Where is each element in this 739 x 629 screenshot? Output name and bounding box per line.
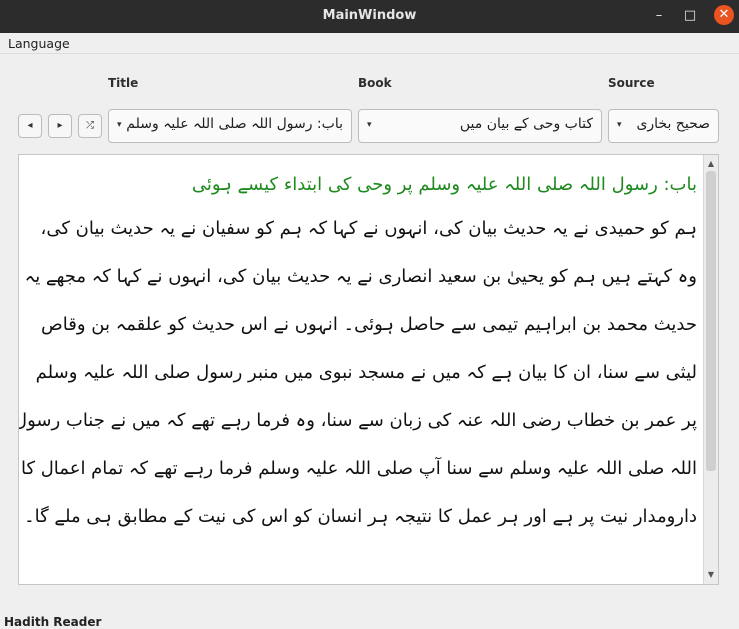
hadith-line: لیثی سے سنا، ان کا بیان ہے کہ میں نے مسج… bbox=[35, 362, 697, 383]
scrollbar-thumb[interactable] bbox=[706, 171, 716, 471]
hadith-line: حدیث محمد بن ابراہیم تیمی سے حاصل ہوئی۔ … bbox=[41, 314, 697, 335]
hadith-text: باب: رسول اللہ صلی اللہ علیہ وسلم پر وحی… bbox=[18, 165, 697, 541]
shuffle-icon: ⤮ bbox=[86, 120, 94, 131]
chevron-left-icon: ◂ bbox=[27, 120, 33, 131]
book-combo-value: کتاب وحی کے بیان میں bbox=[459, 116, 593, 132]
title-combo[interactable]: ▾ باب: رسول اللہ صلی اللہ علیہ وسلم پرو bbox=[108, 109, 352, 143]
hadith-line: اللہ صلی اللہ علیہ وسلم سے سنا آپ صلی ال… bbox=[20, 458, 697, 479]
hadith-heading: باب: رسول اللہ صلی اللہ علیہ وسلم پر وحی… bbox=[191, 174, 697, 195]
close-icon[interactable]: ✕ bbox=[714, 5, 734, 25]
minimize-icon[interactable]: – bbox=[650, 7, 668, 25]
chevron-down-icon: ▾ bbox=[617, 120, 622, 130]
source-combo[interactable]: ▾ صحیح بخاری bbox=[608, 109, 719, 143]
source-label: Source bbox=[608, 76, 655, 90]
hadith-text-area[interactable]: باب: رسول اللہ صلی اللہ علیہ وسلم پر وحی… bbox=[18, 154, 719, 585]
shuffle-button[interactable]: ⤮ bbox=[78, 114, 102, 138]
scroll-down-icon[interactable]: ▼ bbox=[704, 568, 718, 582]
next-button[interactable]: ▸ bbox=[48, 114, 72, 138]
hadith-line: وہ کہتے ہیں ہم کو یحییٰ بن سعید انصاری ن… bbox=[24, 266, 697, 287]
chevron-down-icon: ▾ bbox=[367, 120, 372, 130]
book-combo[interactable]: ▾ کتاب وحی کے بیان میں bbox=[358, 109, 602, 143]
hadith-line: دارومدار نیت پر ہے اور ہر عمل کا نتیجہ ہ… bbox=[24, 506, 697, 527]
title-label: Title bbox=[108, 76, 139, 90]
prev-button[interactable]: ◂ bbox=[18, 114, 42, 138]
vertical-scrollbar[interactable]: ▲ ▼ bbox=[703, 155, 718, 584]
title-combo-value: باب: رسول اللہ صلی اللہ علیہ وسلم پرو bbox=[127, 116, 343, 132]
hadith-line: پر عمر بن خطاب رضی اللہ عنہ کی زبان سے س… bbox=[18, 410, 697, 431]
chevron-right-icon: ▸ bbox=[57, 120, 63, 131]
status-text: Hadith Reader bbox=[4, 615, 102, 629]
source-combo-value: صحیح بخاری bbox=[636, 116, 710, 132]
hadith-line: ہم کو حمیدی نے یہ حدیث بیان کی، انہوں نے… bbox=[40, 218, 697, 239]
window-title: MainWindow bbox=[322, 8, 417, 23]
scroll-up-icon[interactable]: ▲ bbox=[704, 157, 718, 171]
chevron-down-icon: ▾ bbox=[117, 120, 122, 130]
menu-language[interactable]: Language bbox=[8, 36, 70, 51]
book-label: Book bbox=[358, 76, 392, 90]
maximize-icon[interactable]: □ bbox=[681, 7, 699, 25]
menu-bar: Language bbox=[0, 33, 739, 54]
title-bar: MainWindow – □ ✕ bbox=[0, 0, 739, 33]
